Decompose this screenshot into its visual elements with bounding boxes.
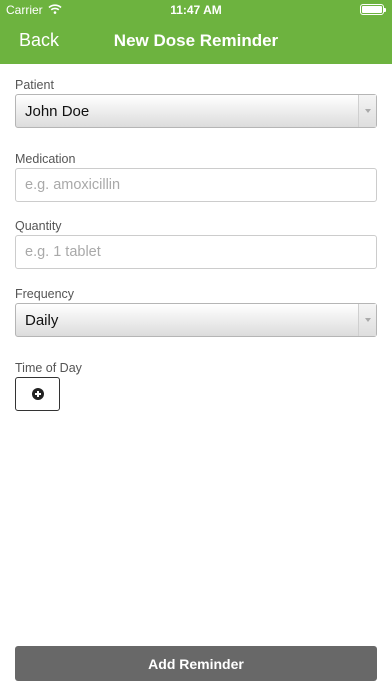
frequency-label: Frequency xyxy=(15,287,75,301)
quantity-label: Quantity xyxy=(15,219,62,233)
patient-label: Patient xyxy=(15,78,54,92)
medication-label: Medication xyxy=(15,152,76,166)
status-bar: Carrier 11:47 AM xyxy=(0,0,392,20)
add-reminder-button[interactable]: Add Reminder xyxy=(15,646,377,681)
add-time-button[interactable] xyxy=(15,377,60,411)
battery-level xyxy=(362,6,382,13)
frequency-select[interactable]: Daily xyxy=(15,303,377,337)
chevron-down-icon xyxy=(358,95,376,127)
status-time: 11:47 AM xyxy=(170,3,222,17)
navigation-bar: Back New Dose Reminder xyxy=(0,20,392,64)
patient-select-value: John Doe xyxy=(25,103,90,120)
plus-circle-icon xyxy=(31,388,44,400)
patient-select[interactable]: John Doe xyxy=(15,94,377,128)
frequency-select-value: Daily xyxy=(25,312,59,329)
page-title: New Dose Reminder xyxy=(113,31,279,50)
battery-icon xyxy=(360,4,386,15)
medication-input[interactable] xyxy=(15,168,377,202)
chevron-down-icon xyxy=(358,304,376,336)
app-header: Carrier 11:47 AM Back New Dose Reminder xyxy=(0,0,392,64)
time-of-day-label: Time of Day xyxy=(15,361,82,375)
quantity-input[interactable] xyxy=(15,235,377,269)
